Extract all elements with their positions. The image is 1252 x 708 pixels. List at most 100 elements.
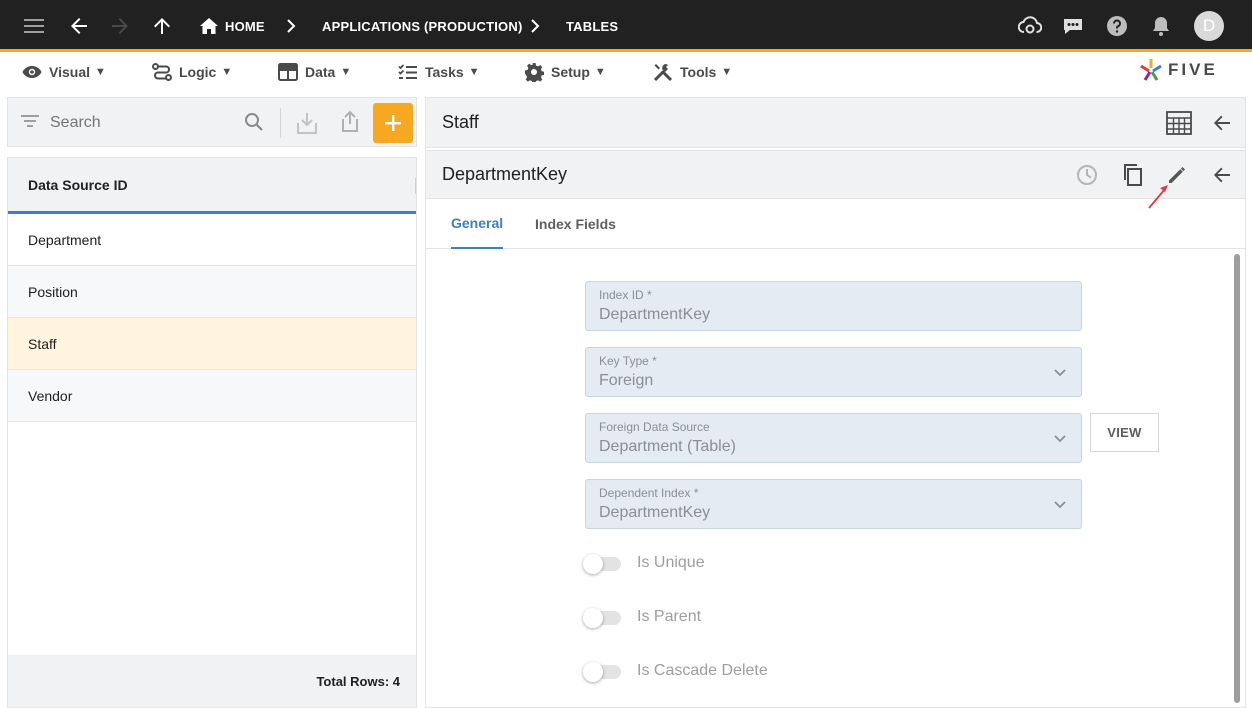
caret-icon: ▼ (340, 66, 352, 78)
field-value: Foreign (599, 372, 654, 389)
export-icon[interactable] (339, 109, 361, 138)
list-item-selected[interactable]: Staff (8, 318, 416, 370)
breadcrumb-label: TABLES (566, 18, 619, 34)
is-cascade-delete-toggle[interactable] (583, 662, 621, 682)
avatar-initial: D (1194, 11, 1224, 41)
list-item-label: Position (28, 283, 78, 300)
menu-label: Logic (179, 64, 217, 80)
annotation-arrow-icon (1148, 185, 1168, 209)
list-item-label: Vendor (28, 387, 73, 404)
list-item-label: Staff (28, 335, 57, 352)
table-icon (278, 63, 298, 81)
field-label: Dependent Index * (599, 486, 699, 500)
panel-header: Staff (426, 98, 1245, 148)
up-arrow-icon[interactable] (152, 0, 172, 52)
chevron-down-icon (1053, 431, 1067, 449)
forward-arrow-icon[interactable] (110, 0, 130, 52)
is-parent-toggle[interactable] (583, 608, 621, 628)
breadcrumb-home[interactable]: HOME (200, 0, 265, 52)
list-item[interactable]: Vendor (8, 370, 416, 422)
breadcrumb-tables[interactable]: TABLES (566, 0, 618, 52)
key-type-select[interactable]: Key Type * Foreign (585, 347, 1082, 397)
menu-icon[interactable] (24, 0, 46, 52)
cloud-settings-icon[interactable] (1018, 0, 1042, 52)
search-icon[interactable] (244, 112, 264, 137)
toggle-label: Is Parent (637, 608, 702, 625)
logic-flow-icon (152, 63, 172, 81)
tab-bar: General Index Fields (426, 199, 1245, 249)
plus-icon (385, 115, 401, 131)
logo-text: FIVE (1168, 60, 1218, 79)
menu-label: Tools (680, 64, 717, 80)
top-app-bar: HOME APPLICATIONS (PRODUCTION) TABLES D (0, 0, 1252, 52)
menu-label: Setup (551, 64, 590, 80)
toggle-knob (583, 662, 603, 682)
back-arrow-icon[interactable] (1213, 151, 1231, 198)
search-input[interactable] (50, 110, 230, 136)
caret-icon: ▼ (721, 66, 733, 78)
column-header[interactable]: Data Source ID (8, 158, 416, 214)
panel-title: Staff (442, 112, 479, 132)
menu-label: Tasks (425, 64, 464, 80)
five-logo: FIVE (1140, 57, 1218, 83)
caret-icon: ▼ (221, 66, 233, 78)
add-record-button[interactable] (373, 103, 413, 143)
gear-icon (525, 63, 544, 82)
foreign-data-source-select[interactable]: Foreign Data Source Department (Table) (585, 413, 1082, 463)
menu-visual[interactable]: Visual ▼ (22, 55, 106, 89)
home-icon (200, 18, 218, 34)
total-rows-label: Total Rows: 4 (316, 673, 400, 689)
back-arrow-icon[interactable] (69, 0, 89, 52)
chevron-down-icon (1053, 365, 1067, 383)
column-header-label: Data Source ID (28, 176, 128, 193)
eye-icon (22, 66, 42, 78)
bell-icon[interactable] (1151, 0, 1171, 52)
caret-icon: ▼ (95, 66, 106, 78)
menu-logic[interactable]: Logic ▼ (152, 55, 232, 89)
breadcrumb-applications[interactable]: APPLICATIONS (PRODUCTION) (322, 0, 522, 52)
menu-tasks[interactable]: Tasks ▼ (398, 55, 480, 89)
menu-setup[interactable]: Setup ▼ (524, 55, 606, 89)
is-unique-toggle[interactable] (583, 554, 621, 574)
menu-bar: Visual ▼ Logic ▼ Data ▼ Tasks ▼ Setup ▼ Tools… (0, 55, 1252, 91)
record-title: DepartmentKey (442, 164, 568, 184)
menu-tools[interactable]: Tools ▼ (653, 55, 732, 89)
copy-icon[interactable] (1122, 151, 1144, 198)
list-item[interactable]: Department (8, 214, 416, 266)
tab-label: Index Fields (535, 216, 616, 232)
chevron-right-icon (286, 0, 296, 52)
toggle-knob (583, 554, 603, 574)
menu-label: Visual (49, 64, 90, 80)
import-icon[interactable] (296, 111, 318, 140)
breadcrumb-label: HOME (225, 18, 265, 34)
list-item[interactable]: Position (8, 266, 416, 318)
menu-data[interactable]: Data ▼ (278, 55, 351, 89)
logo-mark-icon (1140, 59, 1162, 81)
data-source-list: Data Source ID Department Position Staff… (7, 157, 417, 708)
field-label: Key Type * (599, 354, 657, 368)
avatar[interactable]: D (1194, 0, 1224, 52)
help-icon[interactable] (1106, 0, 1128, 52)
dependent-index-select[interactable]: Dependent Index * DepartmentKey (585, 479, 1082, 529)
chevron-right-icon (530, 0, 540, 52)
divider (280, 108, 281, 138)
column-resize-handle[interactable] (415, 178, 416, 194)
back-arrow-icon[interactable] (1213, 98, 1231, 147)
field-value: DepartmentKey (599, 504, 711, 521)
total-rows: Total Rows: 4 (8, 655, 416, 707)
toggle-label: Is Unique (637, 554, 705, 571)
chat-icon[interactable] (1061, 0, 1085, 52)
history-icon[interactable] (1076, 151, 1098, 198)
grid-view-icon[interactable] (1166, 98, 1192, 147)
tab-general[interactable]: General (451, 199, 504, 249)
chevron-down-icon (1053, 497, 1067, 515)
scrollbar[interactable] (1234, 254, 1240, 703)
index-id-field[interactable]: Index ID * DepartmentKey (585, 281, 1082, 331)
breadcrumb-label: APPLICATIONS (PRODUCTION) (322, 18, 523, 34)
menu-label: Data (305, 64, 336, 80)
tab-index-fields[interactable]: Index Fields (535, 199, 616, 249)
tools-icon (653, 64, 673, 82)
caret-icon: ▼ (594, 66, 606, 78)
view-button[interactable]: VIEW (1090, 413, 1159, 452)
filter-icon[interactable] (20, 113, 40, 134)
